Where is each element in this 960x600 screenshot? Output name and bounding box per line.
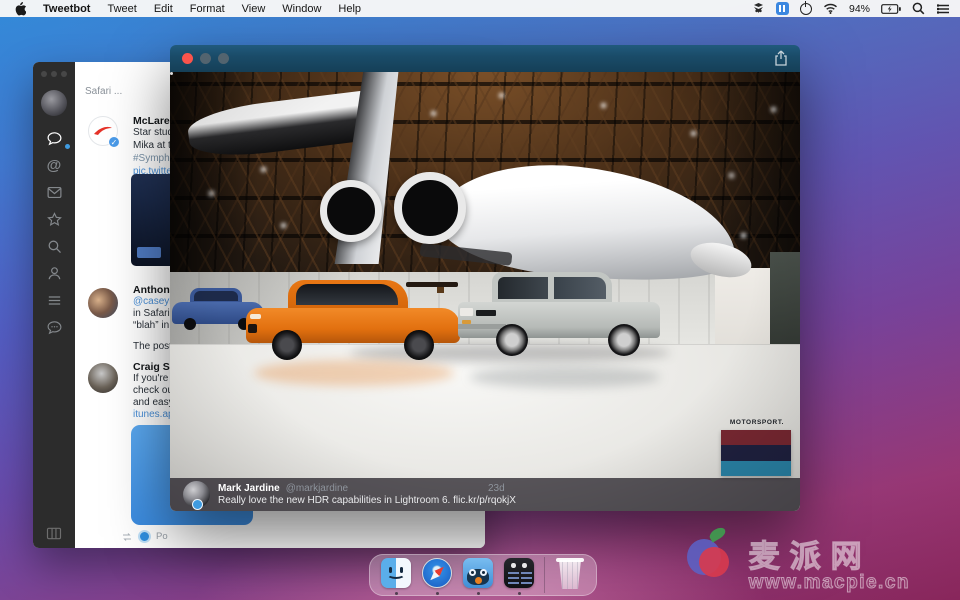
retweet-attribution[interactable]: Po	[121, 530, 168, 543]
blue-status-icon[interactable]	[776, 2, 789, 15]
power-status-icon[interactable]	[800, 3, 812, 15]
dock-item-tweetbot[interactable]	[462, 558, 494, 592]
timeline-icon[interactable]	[46, 130, 63, 147]
running-indicator	[395, 592, 398, 595]
dock-item-finder[interactable]	[380, 558, 412, 592]
battery-icon[interactable]	[881, 4, 901, 14]
menu-item-window[interactable]: Window	[282, 3, 321, 15]
tweet-caption-bar: Mark Jardine @markjardine 23d Really lov…	[170, 478, 800, 511]
battery-percentage: 94%	[849, 3, 870, 15]
dock	[369, 554, 597, 596]
caption-timestamp: 23d	[488, 483, 505, 494]
dock-separator	[544, 557, 545, 593]
watermark-title: 麦派网	[749, 531, 910, 576]
running-indicator	[518, 592, 521, 595]
wifi-icon[interactable]	[823, 3, 838, 14]
running-indicator	[436, 592, 439, 595]
zoom-button[interactable]	[218, 53, 229, 64]
notification-center-icon[interactable]	[936, 3, 950, 15]
minimize-button[interactable]	[200, 53, 211, 64]
retweeter-name: Po	[156, 531, 168, 542]
menu-item-help[interactable]: Help	[338, 3, 361, 15]
caption-link[interactable]: flic.kr/p/rqokjX	[453, 495, 516, 506]
profile-icon[interactable]	[46, 265, 63, 282]
dock-item-safari[interactable]	[421, 558, 453, 592]
photo-vignette	[170, 72, 800, 511]
retweet-icon	[121, 532, 133, 542]
column-view-icon[interactable]	[46, 527, 62, 540]
timeline-fragment: Safari ...	[85, 86, 122, 97]
retweeter-avatar	[138, 530, 151, 543]
avatar-anthony[interactable]	[88, 288, 118, 318]
trash-rim	[556, 558, 584, 562]
thumbnail-tag	[137, 247, 161, 258]
unread-indicator	[65, 144, 70, 149]
safari-icon	[422, 558, 452, 588]
menu-item-format[interactable]: Format	[190, 3, 225, 15]
close-button[interactable]	[182, 53, 193, 64]
photo-hangar-bmw: MOTORSPORT.	[170, 72, 800, 511]
share-button[interactable]	[773, 50, 789, 67]
favorites-icon[interactable]	[46, 211, 63, 228]
caption-author-handle[interactable]: @markjardine	[286, 483, 348, 494]
utility-app-icon	[504, 558, 534, 588]
media-viewer-window[interactable]: MOTORSPORT. Mark Jardine @markjardine 23…	[170, 45, 800, 511]
tweetbot-icon	[463, 558, 493, 588]
trash-icon	[558, 560, 583, 589]
watermark: 麦派网 www.macpie.cn	[749, 531, 910, 594]
menu-item-view[interactable]: View	[242, 3, 266, 15]
menu-item-edit[interactable]: Edit	[154, 3, 173, 15]
finder-icon	[381, 558, 411, 588]
menu-item-app[interactable]: Tweetbot	[43, 3, 90, 15]
messages-icon[interactable]	[46, 184, 63, 201]
verified-icon: ✓	[108, 136, 120, 148]
caption-avatar-badge	[192, 499, 203, 510]
caption-text: Really love the new HDR capabilities in …	[218, 495, 453, 506]
status-app-icon[interactable]	[752, 3, 765, 15]
user-avatar[interactable]	[41, 90, 67, 116]
mute-icon[interactable]	[46, 319, 63, 336]
mentions-icon[interactable]: @	[46, 157, 63, 174]
window-controls-inactive[interactable]	[41, 71, 67, 77]
avatar-craig[interactable]	[88, 363, 118, 393]
menu-bar: Tweetbot Tweet Edit Format View Window H…	[0, 0, 960, 17]
viewer-titlebar	[170, 45, 800, 72]
search-icon[interactable]	[46, 238, 63, 255]
avatar-mclaren[interactable]: ✓	[88, 116, 118, 146]
spotlight-icon[interactable]	[912, 2, 925, 15]
tweetbot-sidebar: @	[33, 62, 75, 548]
dock-item-trash[interactable]	[554, 558, 586, 592]
watermark-url: www.macpie.cn	[749, 572, 910, 594]
lists-icon[interactable]	[46, 292, 63, 309]
apple-menu[interactable]	[14, 2, 26, 16]
caption-author-name[interactable]: Mark Jardine	[218, 483, 280, 494]
dock-item-utility[interactable]	[503, 558, 535, 592]
macpie-apple-logo-icon	[687, 529, 739, 585]
running-indicator	[477, 592, 480, 595]
menu-item-tweet[interactable]: Tweet	[107, 3, 136, 15]
desktop: Safari ... ✓ McLaren Star studde Mika at…	[0, 0, 960, 600]
